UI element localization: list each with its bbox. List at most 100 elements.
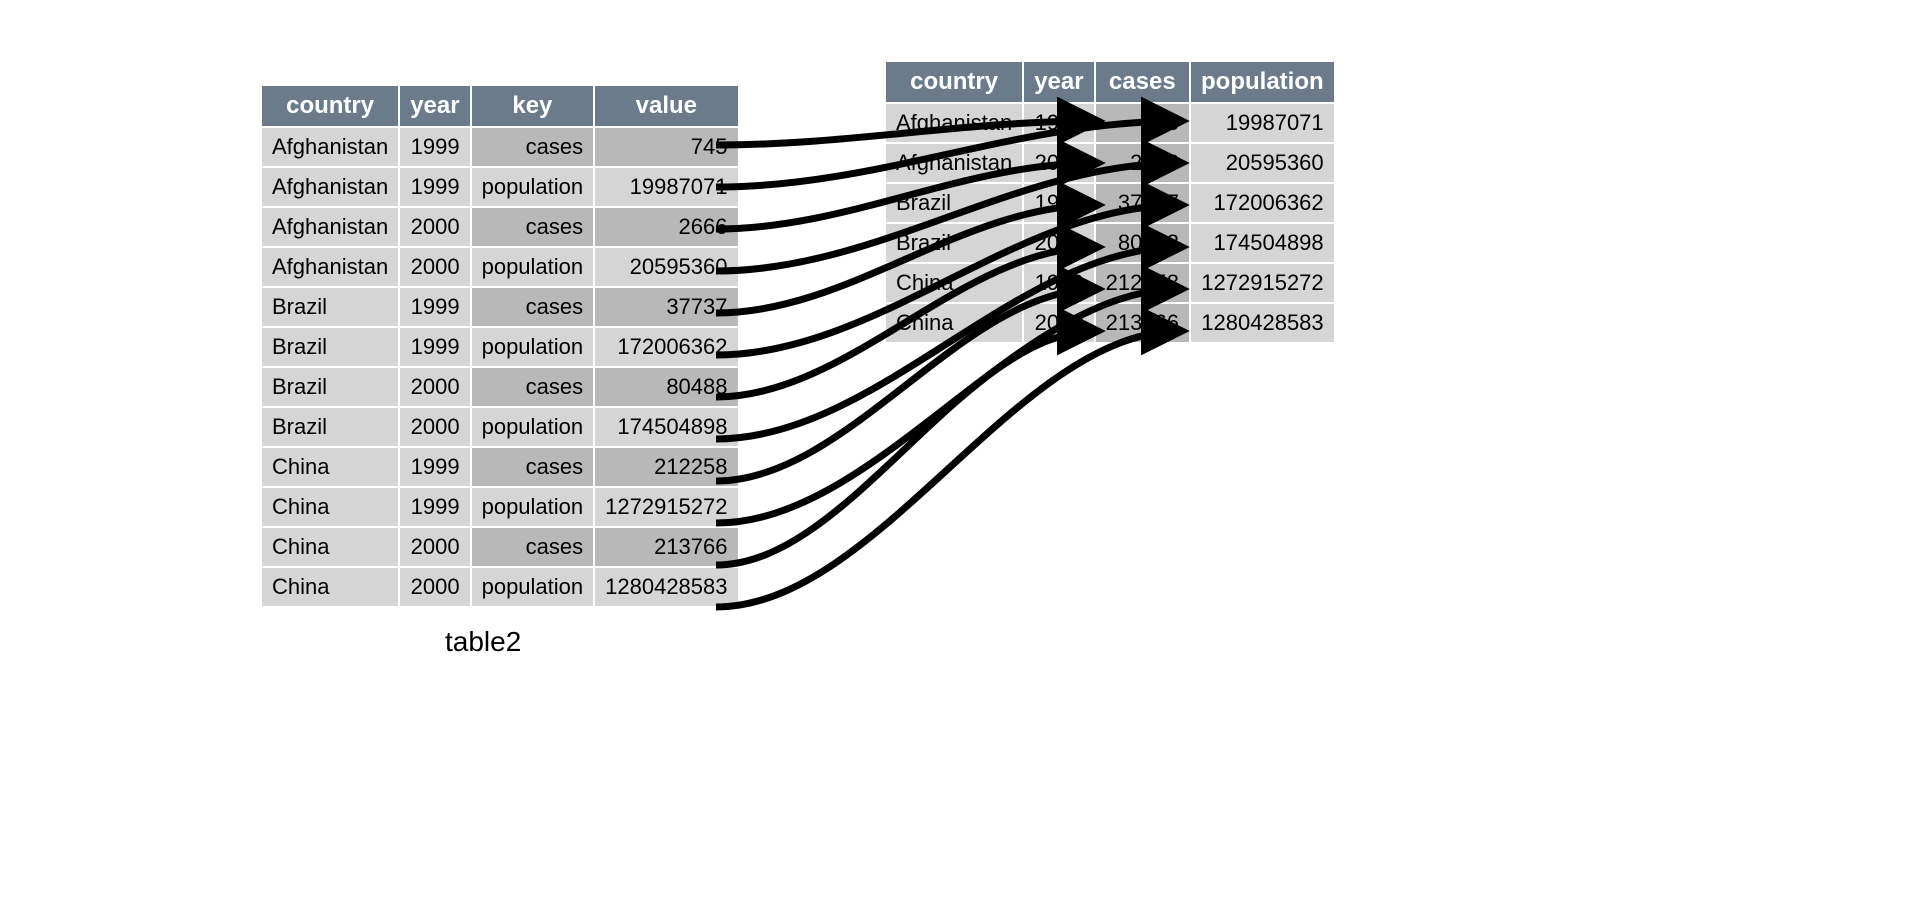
table-row: China2000population1280428583 bbox=[262, 568, 738, 606]
table-row: Brazil1999cases37737 bbox=[262, 288, 738, 326]
cell-country: Brazil bbox=[262, 368, 398, 406]
cell-year: 1999 bbox=[400, 128, 469, 166]
cell-year: 2000 bbox=[400, 528, 469, 566]
left-th-year: year bbox=[400, 86, 469, 126]
cell-key: population bbox=[472, 408, 594, 446]
table-row: Afghanistan199974519987071 bbox=[886, 104, 1334, 142]
cell-country: China bbox=[886, 304, 1022, 342]
cell-key: cases bbox=[472, 128, 594, 166]
cell-country: Afghanistan bbox=[886, 104, 1022, 142]
right-th-cases: cases bbox=[1096, 62, 1189, 102]
right-table: country year cases population Afghanista… bbox=[884, 60, 1336, 344]
cell-year: 2000 bbox=[1024, 304, 1093, 342]
cell-population: 1272915272 bbox=[1191, 264, 1334, 302]
cell-cases: 2666 bbox=[1096, 144, 1189, 182]
cell-value: 212258 bbox=[595, 448, 737, 486]
cell-value: 19987071 bbox=[595, 168, 737, 206]
cell-cases: 212258 bbox=[1096, 264, 1189, 302]
cell-country: Brazil bbox=[262, 408, 398, 446]
cell-value: 1280428583 bbox=[595, 568, 737, 606]
table-row: China1999cases212258 bbox=[262, 448, 738, 486]
cell-country: Afghanistan bbox=[262, 248, 398, 286]
table-row: Brazil200080488174504898 bbox=[886, 224, 1334, 262]
cell-year: 2000 bbox=[1024, 144, 1093, 182]
cell-country: Brazil bbox=[262, 328, 398, 366]
cell-year: 1999 bbox=[1024, 104, 1093, 142]
cell-cases: 745 bbox=[1096, 104, 1189, 142]
right-table-header-row: country year cases population bbox=[886, 62, 1334, 102]
cell-cases: 37737 bbox=[1096, 184, 1189, 222]
cell-country: Afghanistan bbox=[262, 208, 398, 246]
table-row: Brazil199937737172006362 bbox=[886, 184, 1334, 222]
cell-year: 2000 bbox=[1024, 224, 1093, 262]
cell-population: 1280428583 bbox=[1191, 304, 1334, 342]
cell-year: 1999 bbox=[400, 328, 469, 366]
cell-year: 1999 bbox=[400, 448, 469, 486]
cell-key: population bbox=[472, 568, 594, 606]
cell-year: 2000 bbox=[400, 208, 469, 246]
cell-cases: 80488 bbox=[1096, 224, 1189, 262]
cell-key: cases bbox=[472, 448, 594, 486]
cell-country: Afghanistan bbox=[262, 168, 398, 206]
cell-value: 20595360 bbox=[595, 248, 737, 286]
table-row: Afghanistan2000266620595360 bbox=[886, 144, 1334, 182]
mapping-arrow bbox=[716, 331, 1096, 565]
left-th-key: key bbox=[472, 86, 594, 126]
cell-population: 19987071 bbox=[1191, 104, 1334, 142]
cell-country: Afghanistan bbox=[886, 144, 1022, 182]
cell-country: China bbox=[262, 488, 398, 526]
cell-key: population bbox=[472, 488, 594, 526]
cell-key: population bbox=[472, 168, 594, 206]
cell-year: 1999 bbox=[1024, 264, 1093, 302]
table-row: China1999population1272915272 bbox=[262, 488, 738, 526]
cell-key: population bbox=[472, 248, 594, 286]
cell-key: cases bbox=[472, 528, 594, 566]
right-th-year: year bbox=[1024, 62, 1093, 102]
table-row: Brazil1999population172006362 bbox=[262, 328, 738, 366]
cell-country: China bbox=[262, 568, 398, 606]
left-table-caption: table2 bbox=[445, 626, 521, 658]
cell-country: China bbox=[262, 448, 398, 486]
cell-country: China bbox=[262, 528, 398, 566]
left-table: country year key value Afghanistan1999ca… bbox=[260, 84, 740, 608]
table-row: Brazil2000population174504898 bbox=[262, 408, 738, 446]
table-row: Afghanistan2000population20595360 bbox=[262, 248, 738, 286]
cell-year: 2000 bbox=[400, 248, 469, 286]
table-row: Brazil2000cases80488 bbox=[262, 368, 738, 406]
table-row: China2000cases213766 bbox=[262, 528, 738, 566]
cell-population: 20595360 bbox=[1191, 144, 1334, 182]
cell-population: 172006362 bbox=[1191, 184, 1334, 222]
cell-cases: 213766 bbox=[1096, 304, 1189, 342]
cell-year: 2000 bbox=[400, 568, 469, 606]
cell-country: Brazil bbox=[262, 288, 398, 326]
cell-value: 2666 bbox=[595, 208, 737, 246]
cell-year: 1999 bbox=[400, 168, 469, 206]
cell-country: Brazil bbox=[886, 224, 1022, 262]
cell-year: 2000 bbox=[400, 408, 469, 446]
table-row: Afghanistan1999population19987071 bbox=[262, 168, 738, 206]
cell-year: 1999 bbox=[400, 488, 469, 526]
cell-year: 2000 bbox=[400, 368, 469, 406]
table-row: Afghanistan2000cases2666 bbox=[262, 208, 738, 246]
right-th-population: population bbox=[1191, 62, 1334, 102]
table-row: China19992122581272915272 bbox=[886, 264, 1334, 302]
cell-country: Afghanistan bbox=[262, 128, 398, 166]
cell-value: 1272915272 bbox=[595, 488, 737, 526]
cell-key: cases bbox=[472, 208, 594, 246]
cell-value: 172006362 bbox=[595, 328, 737, 366]
cell-year: 1999 bbox=[400, 288, 469, 326]
cell-country: Brazil bbox=[886, 184, 1022, 222]
mapping-arrow bbox=[716, 331, 1180, 607]
cell-value: 174504898 bbox=[595, 408, 737, 446]
table-row: China20002137661280428583 bbox=[886, 304, 1334, 342]
cell-key: cases bbox=[472, 368, 594, 406]
left-th-country: country bbox=[262, 86, 398, 126]
cell-value: 213766 bbox=[595, 528, 737, 566]
cell-key: population bbox=[472, 328, 594, 366]
right-th-country: country bbox=[886, 62, 1022, 102]
cell-year: 1999 bbox=[1024, 184, 1093, 222]
cell-value: 37737 bbox=[595, 288, 737, 326]
cell-key: cases bbox=[472, 288, 594, 326]
cell-value: 80488 bbox=[595, 368, 737, 406]
table-row: Afghanistan1999cases745 bbox=[262, 128, 738, 166]
